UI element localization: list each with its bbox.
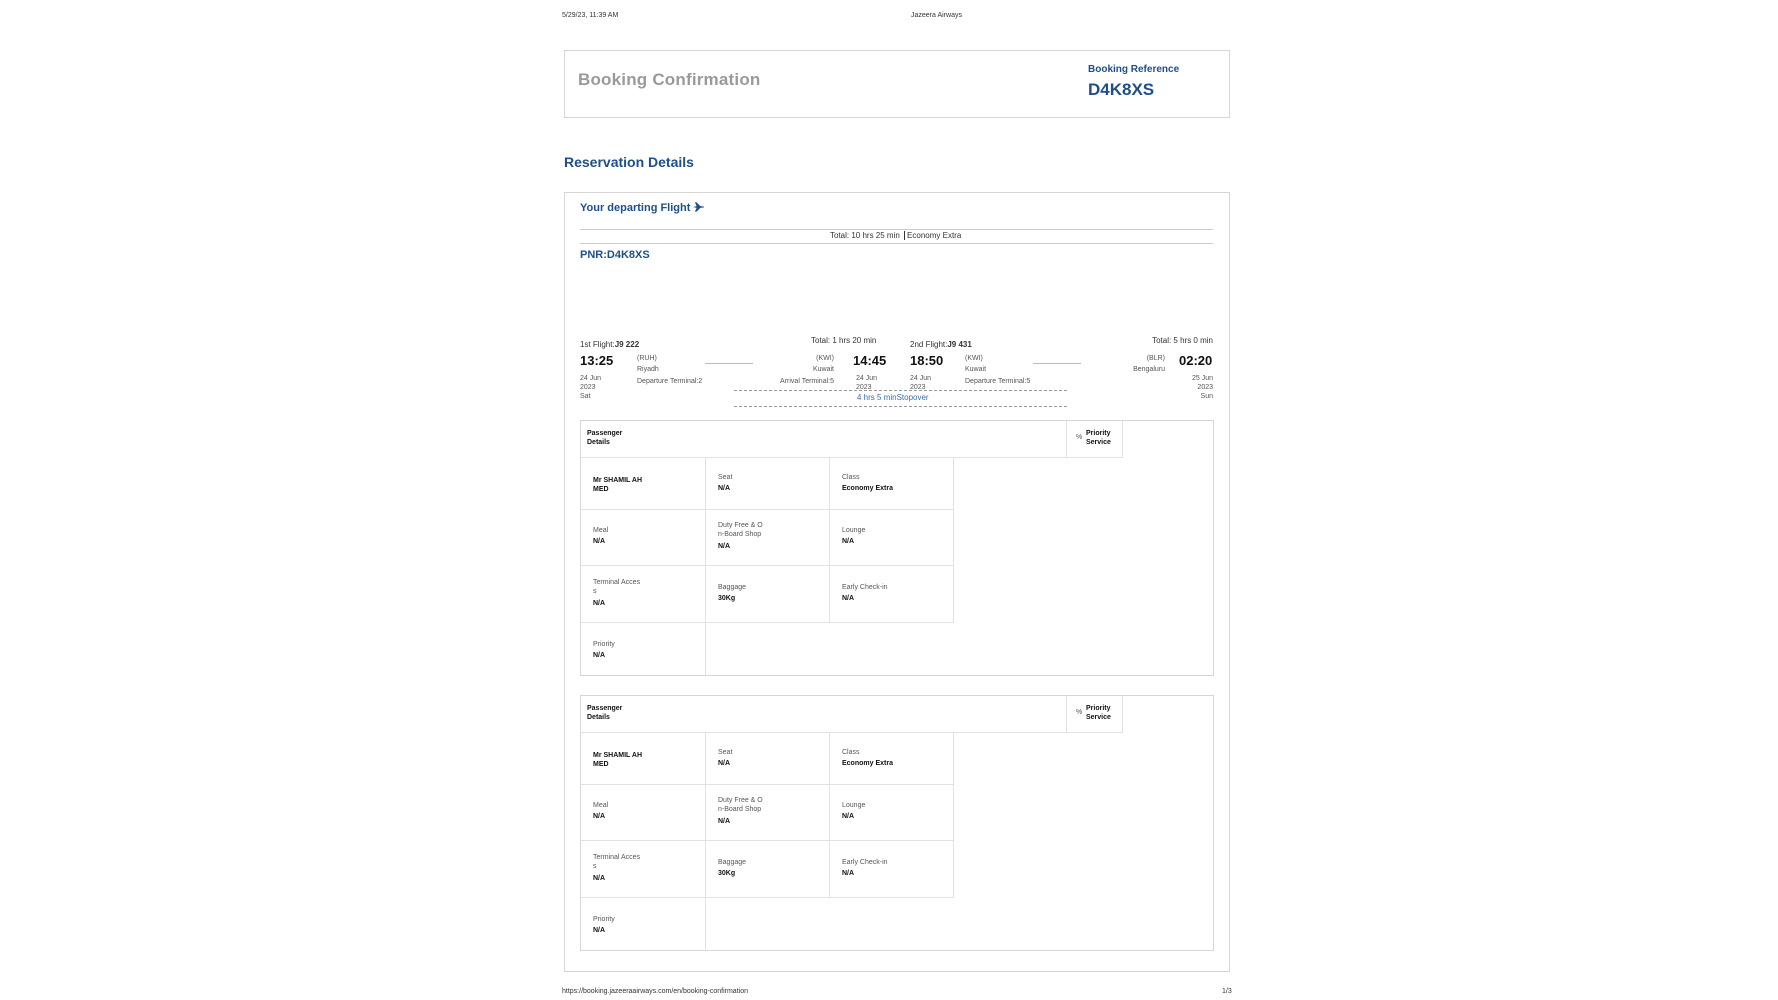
- flight2-arr-time: 02:20: [1179, 353, 1213, 368]
- priority-label: Priority: [593, 916, 615, 923]
- priority-label: Priority: [593, 641, 615, 648]
- flight2-dep-code: (KWI): [965, 355, 983, 362]
- baggage-value: 30Kg: [718, 870, 736, 877]
- priority-value: N/A: [593, 927, 606, 934]
- flight2-dep-terminal: Departure Terminal:5: [965, 378, 1031, 385]
- flight1-dep-code: (RUH): [637, 355, 657, 362]
- priority-value: N/A: [593, 652, 606, 659]
- booking-header-box: Booking Confirmation Booking Reference D…: [564, 50, 1230, 118]
- seat-value: N/A: [718, 760, 731, 767]
- early-checkin-label: Early Check-in: [842, 584, 888, 591]
- class-label: Class: [842, 749, 860, 756]
- percent-icon: %: [1076, 709, 1083, 716]
- flight1-arr-time: 14:45: [853, 353, 887, 368]
- seat-label: Seat: [718, 749, 733, 756]
- reservation-box: Your departing Flight Total: 10 hrs 25 m…: [564, 192, 1230, 972]
- flight1-arr-code: (KWI): [816, 355, 834, 362]
- early-checkin-value: N/A: [842, 595, 855, 602]
- flight1-dep-terminal: Departure Terminal:2: [637, 378, 703, 385]
- passenger-name: Mr SHAMIL AH MED: [593, 477, 642, 493]
- passenger-details-header: Passenger Details: [587, 705, 623, 721]
- flight1-label: 1st Flight:J9 222: [580, 340, 640, 349]
- flight2-label: 2nd Flight:J9 431: [910, 340, 972, 349]
- total-duration-bar: Total: 10 hrs 25 min Economy Extra: [830, 231, 962, 240]
- duty-free-value: N/A: [718, 818, 731, 825]
- flight2-arr-date: 25 Jun 2023 Sun: [1191, 375, 1213, 400]
- terminal-access-label: Terminal Acces s: [593, 579, 641, 595]
- terminal-access-value: N/A: [593, 600, 606, 607]
- stopover-duration: 4 hrs 5 minStopover: [857, 393, 929, 402]
- flight2-dep-time: 18:50: [910, 353, 944, 368]
- passenger-details-header: Passenger Details: [587, 430, 623, 446]
- flight2-dep-city: Kuwait: [965, 366, 987, 373]
- passenger-name: Mr SHAMIL AH MED: [593, 752, 642, 768]
- early-checkin-value: N/A: [842, 870, 855, 877]
- page-url: https://booking.jazeeraairways.com/en/bo…: [562, 988, 748, 995]
- meal-label: Meal: [593, 527, 609, 534]
- flight1-arr-city: Kuwait: [812, 366, 834, 373]
- baggage-value: 30Kg: [718, 595, 736, 602]
- lounge-value: N/A: [842, 538, 855, 545]
- lounge-label: Lounge: [842, 802, 866, 809]
- meal-value: N/A: [593, 538, 606, 545]
- booking-reference-value: D4K8XS: [1088, 80, 1155, 99]
- baggage-label: Baggage: [718, 584, 747, 591]
- pnr: PNR:D4K8XS: [580, 249, 650, 261]
- early-checkin-label: Early Check-in: [842, 859, 888, 866]
- meal-value: N/A: [593, 813, 606, 820]
- booking-reference-label: Booking Reference: [1088, 64, 1180, 75]
- lounge-value: N/A: [842, 813, 855, 820]
- flight2-arr-city: Bengaluru: [1133, 366, 1165, 373]
- section-title: Reservation Details: [564, 154, 694, 170]
- class-value: Economy Extra: [842, 760, 893, 767]
- seat-label: Seat: [718, 474, 733, 481]
- flight1-dep-city: Riyadh: [637, 366, 659, 373]
- duty-free-label: Duty Free & O n-Board Shop: [718, 522, 763, 538]
- print-datetime: 5/29/23, 11:39 AM: [562, 12, 619, 19]
- flight2-arr-code: (BLR): [1146, 355, 1165, 362]
- seat-value: N/A: [718, 485, 731, 492]
- terminal-access-value: N/A: [593, 875, 606, 882]
- priority-service-header: Priority Service: [1086, 705, 1111, 721]
- passenger-table-2: Passenger Details % Priority Service Mr …: [580, 695, 1214, 951]
- baggage-label: Baggage: [718, 859, 747, 866]
- print-site-name: Jazeera Airways: [911, 12, 962, 19]
- departing-flight-label: Your departing Flight: [580, 202, 705, 215]
- terminal-access-label: Terminal Acces s: [593, 854, 641, 870]
- flight2-total: Total: 5 hrs 0 min: [1152, 336, 1213, 345]
- class-value: Economy Extra: [842, 485, 893, 492]
- priority-service-header: Priority Service: [1086, 430, 1111, 446]
- duty-free-label: Duty Free & O n-Board Shop: [718, 797, 763, 813]
- plane-icon: [693, 202, 705, 215]
- duty-free-value: N/A: [718, 543, 731, 550]
- meal-label: Meal: [593, 802, 609, 809]
- percent-icon: %: [1076, 434, 1083, 441]
- page-title: Booking Confirmation: [578, 70, 761, 89]
- flight1-dep-date: 24 Jun 2023 Sat: [580, 375, 602, 400]
- class-label: Class: [842, 474, 860, 481]
- passenger-table-1: Passenger Details % Priority Service Mr …: [580, 420, 1214, 676]
- page-number: 1/3: [1222, 988, 1232, 995]
- flight1-arr-terminal: Arrival Terminal:5: [780, 378, 834, 385]
- flight1-dep-time: 13:25: [580, 353, 614, 368]
- lounge-label: Lounge: [842, 527, 866, 534]
- flight1-total: Total: 1 hrs 20 min: [811, 336, 877, 345]
